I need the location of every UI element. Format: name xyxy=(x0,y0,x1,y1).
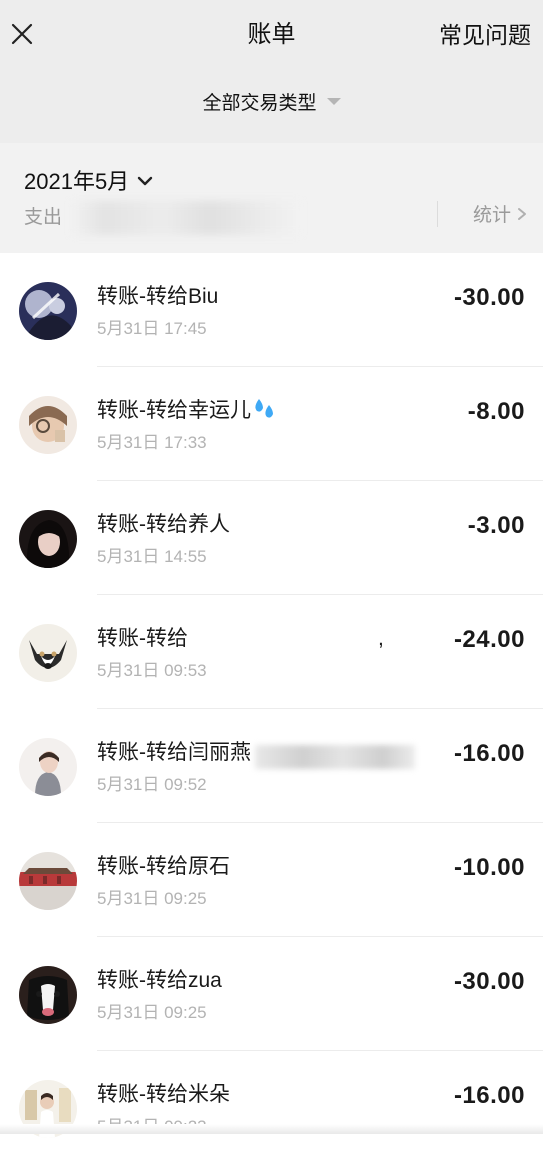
expense-label: 支出 xyxy=(24,207,63,228)
transaction-time: 5月31日 17:45 xyxy=(97,319,207,338)
stats-link[interactable]: 统计 xyxy=(473,203,529,229)
stats-label: 统计 xyxy=(472,205,511,226)
sweat-drops-icon xyxy=(255,399,273,419)
expense-amount-redacted xyxy=(70,201,302,235)
transaction-row[interactable]: 转账-转给闫丽燕 5月31日 09:52 -16.00 xyxy=(0,709,543,823)
transaction-time: 5月31日 09:25 xyxy=(97,1003,207,1022)
transaction-row[interactable]: 转账-转给Biu 5月31日 17:45 -30.00 xyxy=(0,253,543,367)
transaction-amount: -30.00 xyxy=(453,284,525,311)
name-redacted xyxy=(255,745,415,769)
transaction-time: 5月31日 09:53 xyxy=(97,661,207,680)
transaction-name: 转账-转给幸运儿 xyxy=(97,396,277,426)
caret-down-icon xyxy=(326,98,341,106)
transaction-amount: -16.00 xyxy=(453,740,525,767)
transaction-name: 转账-转给养人 xyxy=(97,513,230,536)
transaction-name: 转账-转给 xyxy=(97,627,188,650)
avatar xyxy=(19,510,77,568)
avatar xyxy=(19,738,77,796)
transaction-amount: -24.00 xyxy=(453,626,525,653)
transaction-row[interactable]: 转账-转给养人 5月31日 14:55 -3.00 xyxy=(0,481,543,595)
filter-label: 全部交易类型 xyxy=(202,93,317,114)
avatar xyxy=(19,624,77,682)
transaction-time: 5月31日 09:52 xyxy=(97,775,207,794)
transaction-name: 转账-转给原石 xyxy=(97,855,230,878)
avatar xyxy=(19,966,77,1024)
transaction-amount: -30.00 xyxy=(453,968,525,995)
transaction-type-filter[interactable]: 全部交易类型 xyxy=(0,90,543,118)
transaction-time: 5月31日 17:33 xyxy=(97,433,207,452)
transaction-name-extra: , xyxy=(378,627,384,650)
avatar xyxy=(19,852,77,910)
avatar xyxy=(19,396,77,454)
avatar xyxy=(19,282,77,340)
transaction-amount: -3.00 xyxy=(467,512,525,539)
transaction-amount: -8.00 xyxy=(467,398,525,425)
month-label: 2021年5月 xyxy=(24,169,130,194)
top-bar: 账单 常见问题 全部交易类型 xyxy=(0,0,543,143)
month-selector[interactable]: 2021年5月 xyxy=(24,167,153,197)
transaction-time: 5月31日 09:25 xyxy=(97,889,207,908)
transaction-name: 转账-转给zua xyxy=(97,969,222,992)
transaction-name: 转账-转给Biu xyxy=(97,285,219,308)
transaction-time: 5月31日 14:55 xyxy=(97,547,207,566)
transaction-name-text: 转账-转给幸运儿 xyxy=(97,399,251,422)
transaction-amount: -16.00 xyxy=(453,1082,525,1109)
transaction-name: 转账-转给闫丽燕 xyxy=(97,741,251,764)
divider xyxy=(437,201,438,227)
transaction-list: 转账-转给Biu 5月31日 17:45 -30.00 转账-转给幸运儿 5月3… xyxy=(0,253,543,1165)
transaction-row[interactable]: 转账-转给zua 5月31日 09:25 -30.00 xyxy=(0,937,543,1051)
bottom-edge xyxy=(0,1124,543,1134)
transaction-row[interactable]: 转账-转给原石 5月31日 09:25 -10.00 xyxy=(0,823,543,937)
faq-link[interactable]: 常见问题 xyxy=(439,20,531,50)
transaction-row[interactable]: 转账-转给 , 5月31日 09:53 -24.00 xyxy=(0,595,543,709)
chevron-right-icon xyxy=(518,207,526,220)
transaction-row[interactable]: 转账-转给米朵 5月31日 09:23 -16.00 xyxy=(0,1051,543,1165)
month-summary: 2021年5月 支出 统计 xyxy=(0,143,543,253)
transaction-name: 转账-转给米朵 xyxy=(97,1083,230,1106)
transaction-amount: -10.00 xyxy=(453,854,525,881)
chevron-down-icon xyxy=(137,176,153,186)
transaction-row[interactable]: 转账-转给幸运儿 5月31日 17:33 -8.00 xyxy=(0,367,543,481)
